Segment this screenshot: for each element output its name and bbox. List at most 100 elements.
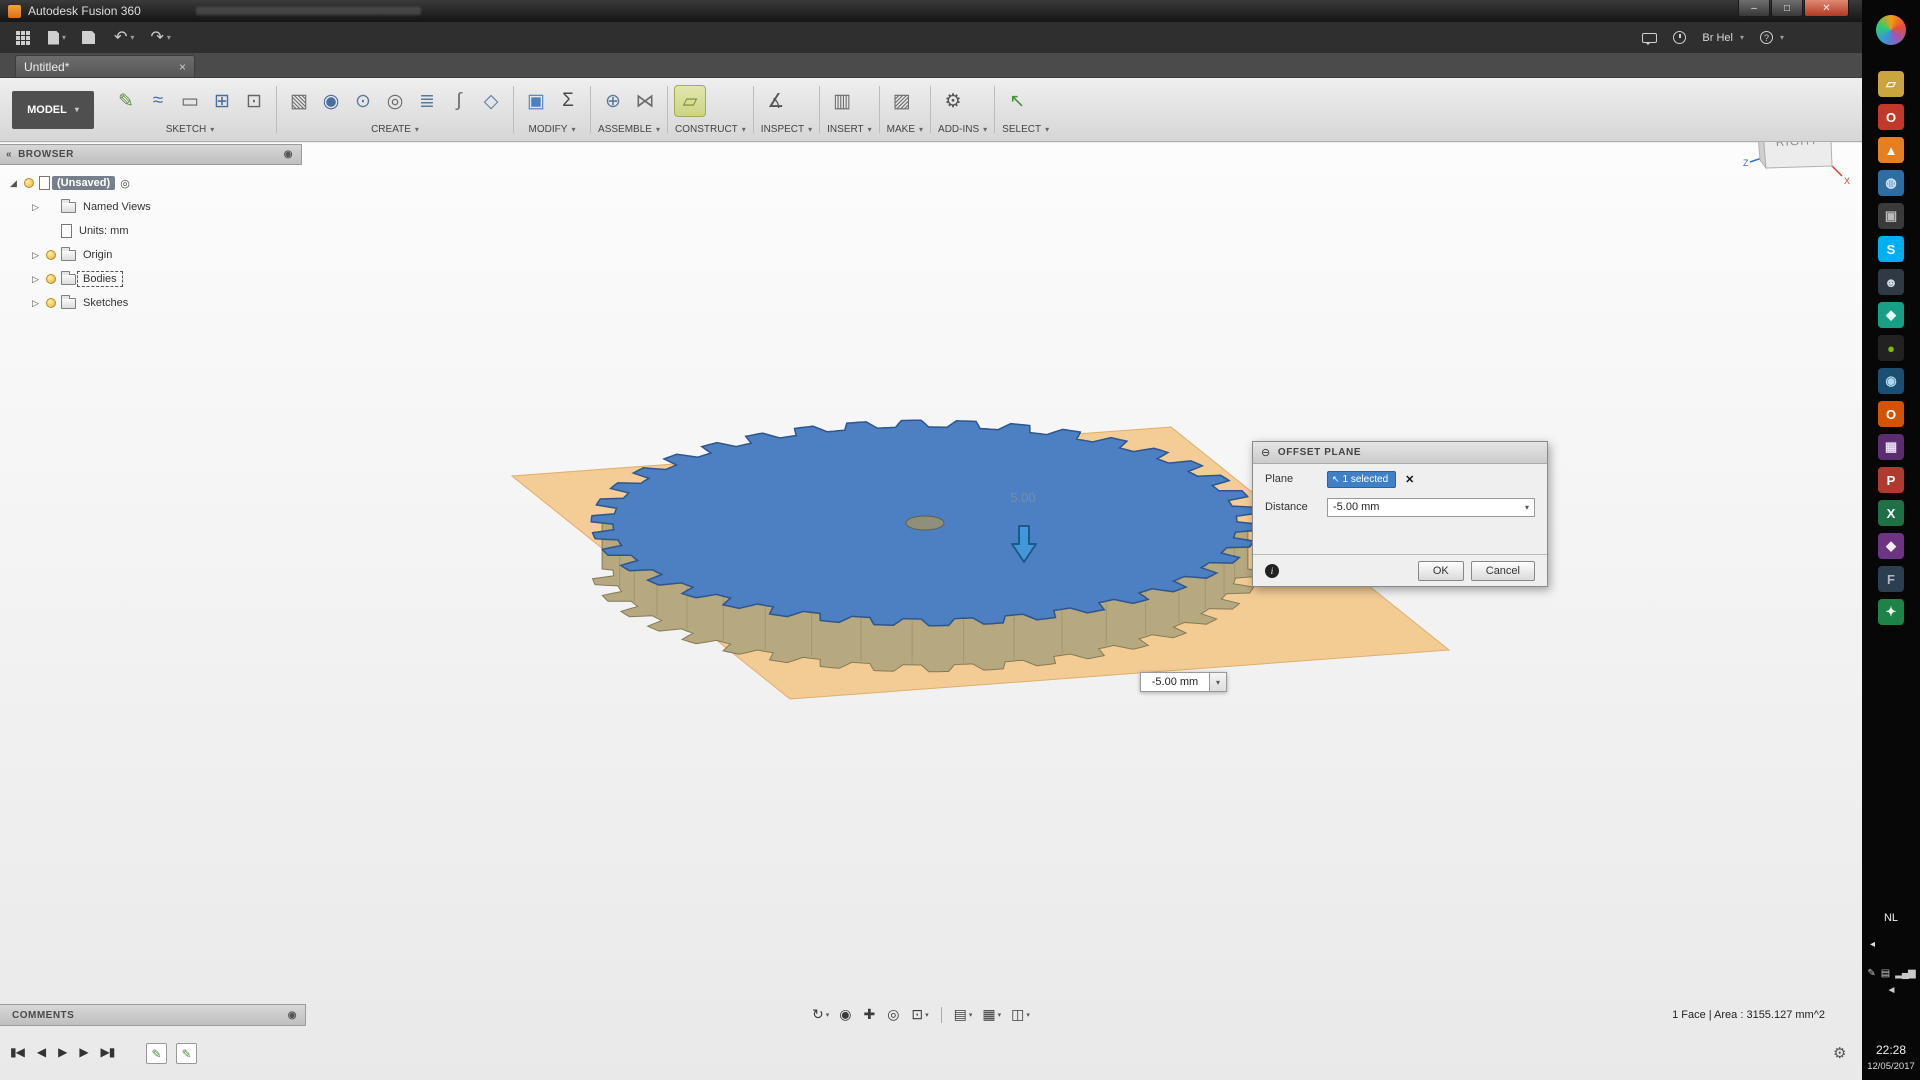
new-component-icon[interactable]: ⊕	[598, 86, 628, 116]
timeline-sketch-feature-icon[interactable]: ✎	[146, 1043, 167, 1064]
visibility-bulb-icon[interactable]	[46, 250, 56, 260]
orbit-icon[interactable]: ↻ ▾	[808, 1004, 833, 1025]
node-label[interactable]: Sketches	[78, 296, 133, 310]
step-back-icon[interactable]: ◀	[37, 1045, 45, 1059]
ribbon-group-label-construct[interactable]: CONSTRUCT ▾	[675, 121, 746, 139]
collapse-panel-icon[interactable]: «	[6, 149, 12, 160]
print-3d-icon[interactable]: ▨	[887, 86, 917, 116]
redo-icon[interactable]: ↷ ▾	[150, 27, 170, 49]
cylinder-icon[interactable]: ⊙	[348, 86, 378, 116]
display-settings-icon[interactable]: ▤ ▾	[950, 1004, 977, 1025]
tray-display-icon[interactable]: ▤	[1881, 968, 1889, 979]
dialog-titlebar[interactable]: ⊖ OFFSET PLANE	[1253, 442, 1547, 464]
node-label[interactable]: (Unsaved)	[52, 176, 115, 190]
clear-selection-icon[interactable]: ✕	[1405, 473, 1414, 486]
coil-icon[interactable]: ≣	[412, 86, 442, 116]
workspace-switcher-model[interactable]: MODEL ▾	[12, 91, 94, 129]
close-tab-icon[interactable]: ×	[179, 60, 186, 74]
taskbar-sphere-icon[interactable]: ◉	[1878, 368, 1904, 394]
step-forward-icon[interactable]: ▶	[79, 1045, 87, 1059]
joint-icon[interactable]: ⋈	[630, 86, 660, 116]
user-account-menu[interactable]: Br Hel ▾	[1702, 32, 1744, 44]
dialog-handle-icon[interactable]: ⊖	[1261, 446, 1271, 459]
taskbar-clock[interactable]: 22:28 12/05/2017	[1862, 1043, 1920, 1072]
taskbar-gray-app-icon[interactable]: ▣	[1878, 203, 1904, 229]
play-icon[interactable]: ▶	[58, 1045, 66, 1059]
taskbar-contacts-icon[interactable]: ☻	[1878, 269, 1904, 295]
browser-tree-item[interactable]: ▷ Origin	[0, 243, 302, 267]
document-tab-untitled[interactable]: Untitled* ×	[15, 55, 195, 77]
ribbon-group-label-insert[interactable]: INSERT ▾	[827, 121, 872, 139]
job-status-clock-icon[interactable]	[1673, 31, 1686, 44]
comments-bar[interactable]: COMMENTS ◉	[0, 1004, 306, 1026]
language-indicator[interactable]: NL	[1862, 912, 1920, 924]
tray-volume-icon[interactable]: ◄	[1887, 985, 1896, 996]
sphere-icon[interactable]: ◉	[316, 86, 346, 116]
help-menu[interactable]: ? ▾	[1760, 31, 1784, 44]
panel-options-icon[interactable]: ◉	[284, 149, 293, 160]
taskbar-browser-logo-icon[interactable]	[1876, 15, 1906, 45]
browser-tree-item[interactable]: ▷ Named Views	[0, 195, 302, 219]
node-label[interactable]: Units: mm	[74, 224, 134, 238]
ground-to-parent-icon[interactable]: ◎	[120, 177, 130, 190]
browser-tree-item[interactable]: ◢ (Unsaved) ◎	[0, 171, 302, 195]
taskbar-pdf-icon[interactable]: P	[1878, 467, 1904, 493]
taskbar-f-app-icon[interactable]: F	[1878, 566, 1904, 592]
create-sketch-icon[interactable]: ✎	[111, 86, 141, 116]
taskbar-violet-app-icon[interactable]: ◆	[1878, 533, 1904, 559]
distance-input[interactable]: -5.00 mm ▾	[1327, 498, 1535, 517]
offset-plane-icon[interactable]: ▱	[675, 86, 705, 116]
expander-icon[interactable]: ◢	[6, 178, 21, 189]
browser-tree-item[interactable]: ▷ Bodies	[0, 267, 302, 291]
grid-snap-icon[interactable]: ▦ ▾	[978, 1004, 1005, 1025]
browser-panel-header[interactable]: « BROWSER ◉	[0, 144, 302, 165]
taskbar-media-icon[interactable]: ●	[1878, 335, 1904, 361]
expander-icon[interactable]: ▷	[28, 202, 43, 213]
fit-icon[interactable]: ⊡ ▾	[907, 1004, 932, 1025]
undo-icon[interactable]: ↶ ▾	[114, 27, 134, 49]
torus-icon[interactable]: ◎	[380, 86, 410, 116]
ribbon-group-label-inspect[interactable]: INSPECT ▾	[761, 121, 812, 139]
timeline-sketch-feature-2-icon[interactable]: ✎	[176, 1043, 197, 1064]
maximize-button[interactable]: □	[1771, 0, 1803, 17]
visibility-bulb-icon[interactable]	[24, 178, 34, 188]
expander-icon[interactable]: ▷	[28, 298, 43, 309]
plane-selection-chip[interactable]: ↖ 1 selected	[1327, 471, 1396, 488]
select-icon[interactable]: ↖	[1002, 86, 1032, 116]
distance-dropdown-icon[interactable]: ▾	[1210, 672, 1227, 692]
ribbon-group-label-assemble[interactable]: ASSEMBLE ▾	[598, 121, 660, 139]
ok-button[interactable]: OK	[1418, 561, 1464, 581]
point-icon[interactable]: ⊡	[239, 86, 269, 116]
taskbar-orange-app-icon[interactable]: ▲	[1878, 137, 1904, 163]
comments-bubble-icon[interactable]	[1642, 33, 1657, 43]
taskbar-teal-app-icon[interactable]: ◆	[1878, 302, 1904, 328]
taskbar-red-app-icon[interactable]: O	[1878, 104, 1904, 130]
zoom-icon[interactable]: ◎	[883, 1004, 905, 1025]
ribbon-group-label-modify[interactable]: MODIFY ▾	[521, 121, 583, 139]
box-icon[interactable]: ▧	[284, 86, 314, 116]
ribbon-group-label-create[interactable]: CREATE ▾	[284, 121, 506, 139]
spline-icon[interactable]: ≈	[143, 86, 173, 116]
skip-to-end-icon[interactable]: ▶▮	[101, 1045, 115, 1059]
tray-collapse-icon[interactable]: ◂	[1870, 939, 1875, 950]
visibility-bulb-icon[interactable]	[46, 274, 56, 284]
measure-icon[interactable]: ∡	[761, 86, 791, 116]
taskbar-folder-icon[interactable]: ▱	[1878, 71, 1904, 97]
data-panel-grid-icon[interactable]	[16, 27, 32, 49]
close-button[interactable]: ✕	[1804, 0, 1849, 17]
taskbar-skype-icon[interactable]: S	[1878, 236, 1904, 262]
viewbar-separator[interactable]	[941, 1007, 942, 1023]
browser-tree-item[interactable]: ▷ Sketches	[0, 291, 302, 315]
rectangular-pattern-icon[interactable]: ⊞	[207, 86, 237, 116]
change-parameters-icon[interactable]: Σ	[553, 86, 583, 116]
cancel-button[interactable]: Cancel	[1471, 561, 1535, 581]
preferences-gear-icon[interactable]: ⚙	[1833, 1044, 1846, 1062]
attached-canvas-icon[interactable]: ▥	[827, 86, 857, 116]
taskbar-green-app-icon[interactable]: ✦	[1878, 599, 1904, 625]
skip-to-start-icon[interactable]: ▮◀	[10, 1045, 24, 1059]
tray-pen-icon[interactable]: ✎	[1867, 968, 1874, 979]
slot-icon[interactable]: ▭	[175, 86, 205, 116]
visibility-bulb-icon[interactable]	[46, 298, 56, 308]
sweep-icon[interactable]: ∫	[444, 86, 474, 116]
gear-center-hole[interactable]	[906, 516, 944, 530]
